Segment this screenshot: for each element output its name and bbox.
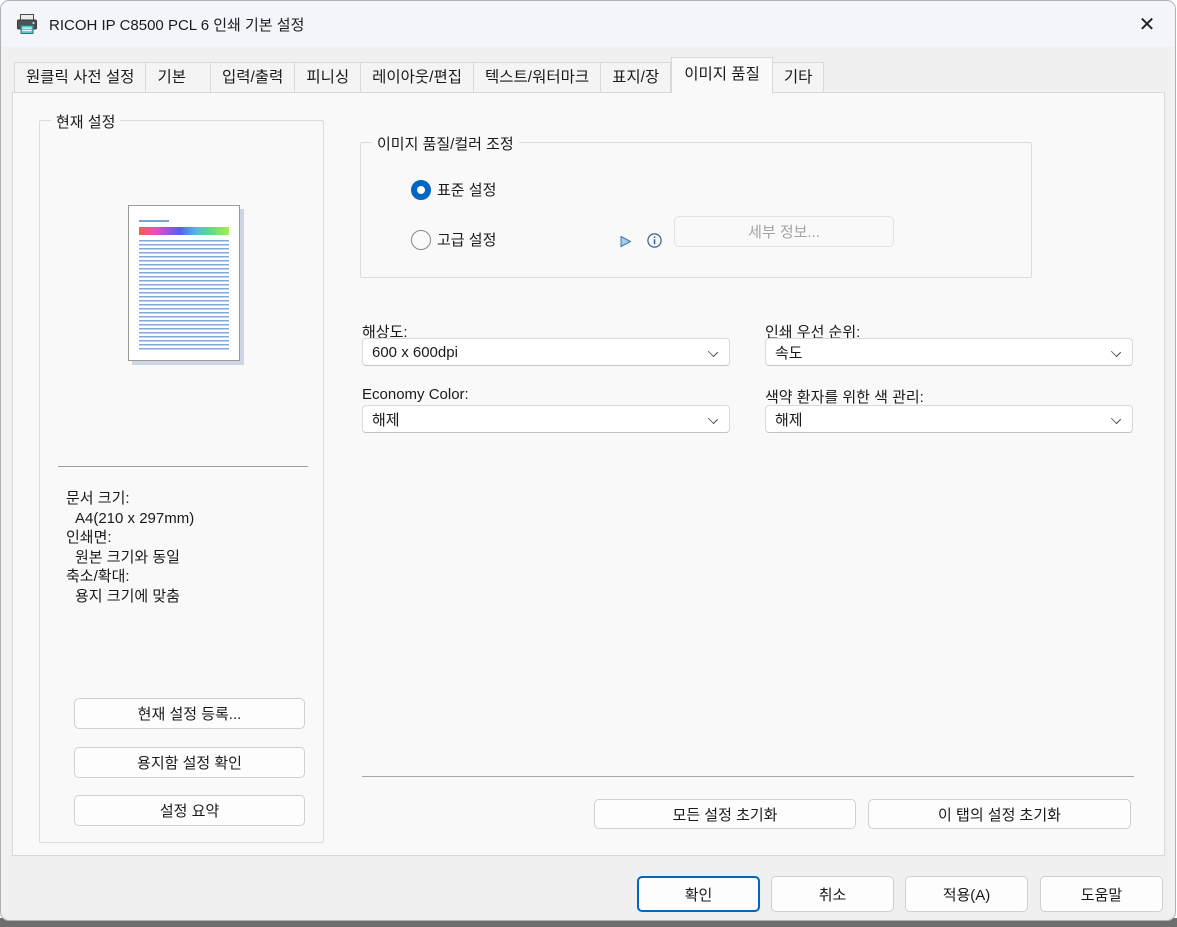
left-panel-divider	[58, 466, 308, 467]
colorblind-management-value: 해제	[775, 409, 803, 430]
radio-unselected-icon[interactable]	[411, 230, 431, 250]
printer-icon	[15, 12, 39, 36]
details-button-disabled[interactable]: 세부 정보...	[674, 216, 894, 247]
document-preview-thumbnail	[128, 205, 240, 361]
settings-summary-button[interactable]: 설정 요약	[74, 795, 305, 826]
tab-strip: 원클릭 사전 설정 기본 입력/출력 피니싱 레이아웃/편집 텍스트/워터마크 …	[14, 62, 824, 93]
chevron-down-icon	[708, 347, 718, 357]
image-quality-color-title: 이미지 품질/컬러 조정	[372, 133, 519, 154]
register-current-settings-button[interactable]: 현재 설정 등록...	[74, 698, 305, 729]
economy-color-value: 해제	[372, 409, 400, 430]
chevron-down-icon	[708, 414, 718, 424]
colorblind-management-label: 색약 환자를 위한 색 관리:	[765, 386, 924, 407]
print-side-label: 인쇄면:	[66, 528, 194, 548]
close-button[interactable]: ✕	[1133, 11, 1161, 37]
cancel-button[interactable]: 취소	[771, 876, 894, 912]
radio-selected-icon[interactable]	[411, 180, 431, 200]
window-title: RICOH IP C8500 PCL 6 인쇄 기본 설정	[49, 14, 304, 35]
tab-one-click-presets[interactable]: 원클릭 사전 설정	[14, 62, 146, 93]
reset-all-settings-button[interactable]: 모든 설정 초기화	[594, 799, 856, 829]
standard-settings-radio[interactable]: 표준 설정	[411, 179, 496, 200]
help-button[interactable]: 도움말	[1040, 876, 1163, 912]
preview-heading-line	[139, 220, 169, 222]
print-side-value: 원본 크기와 동일	[66, 548, 194, 568]
current-settings-title: 현재 설정	[51, 111, 120, 132]
reset-divider	[362, 776, 1134, 777]
preview-rainbow-bar	[139, 227, 229, 235]
scale-label: 축소/확대:	[66, 567, 194, 587]
check-tray-settings-button[interactable]: 용지함 설정 확인	[74, 747, 305, 778]
tab-input-output[interactable]: 입력/출력	[211, 62, 295, 93]
tab-cover-sheet[interactable]: 표지/장	[601, 62, 671, 93]
preview-text-lines	[139, 240, 229, 352]
titlebar: RICOH IP C8500 PCL 6 인쇄 기본 설정 ✕	[1, 1, 1175, 47]
chevron-down-icon	[1111, 347, 1121, 357]
tab-text-watermark[interactable]: 텍스트/워터마크	[474, 62, 601, 93]
doc-size-label: 문서 크기:	[66, 489, 194, 509]
advanced-settings-radio[interactable]: 고급 설정	[411, 229, 496, 250]
print-priority-dropdown[interactable]: 속도	[765, 338, 1133, 366]
economy-color-label: Economy Color:	[362, 386, 469, 403]
printer-preferences-dialog: RICOH IP C8500 PCL 6 인쇄 기본 설정 ✕ 원클릭 사전 설…	[0, 0, 1176, 921]
advanced-settings-label: 고급 설정	[437, 229, 496, 250]
resolution-value: 600 x 600dpi	[372, 344, 458, 361]
apply-button[interactable]: 적용(A)	[905, 876, 1028, 912]
print-priority-value: 속도	[775, 342, 803, 363]
economy-color-dropdown[interactable]: 해제	[362, 405, 730, 433]
reset-tab-settings-button[interactable]: 이 탭의 설정 초기화	[868, 799, 1131, 829]
document-info: 문서 크기: A4(210 x 297mm) 인쇄면: 원본 크기와 동일 축소…	[66, 489, 194, 606]
doc-size-value: A4(210 x 297mm)	[66, 509, 194, 529]
image-quality-tab-page: 현재 설정 문서 크기: A4(210 x 297mm) 인쇄면: 원본 크기와…	[12, 92, 1165, 856]
chevron-down-icon	[1111, 414, 1121, 424]
ok-button[interactable]: 확인	[637, 876, 760, 912]
scale-value: 용지 크기에 맞춤	[66, 587, 194, 607]
tab-basic[interactable]: 기본	[146, 62, 211, 93]
tab-finishing[interactable]: 피니싱	[295, 62, 361, 93]
info-icon	[647, 233, 662, 248]
resolution-dropdown[interactable]: 600 x 600dpi	[362, 338, 730, 366]
colorblind-management-dropdown[interactable]: 해제	[765, 405, 1133, 433]
tab-image-quality[interactable]: 이미지 품질	[671, 57, 773, 93]
current-settings-group: 현재 설정 문서 크기: A4(210 x 297mm) 인쇄면: 원본 크기와…	[39, 120, 324, 843]
tab-other[interactable]: 기타	[773, 62, 825, 93]
image-quality-color-group: 이미지 품질/컬러 조정 표준 설정 고급 설정	[360, 142, 1032, 278]
play-triangle-icon	[619, 235, 632, 248]
tab-layout-edit[interactable]: 레이아웃/편집	[361, 62, 474, 93]
standard-settings-label: 표준 설정	[437, 179, 496, 200]
